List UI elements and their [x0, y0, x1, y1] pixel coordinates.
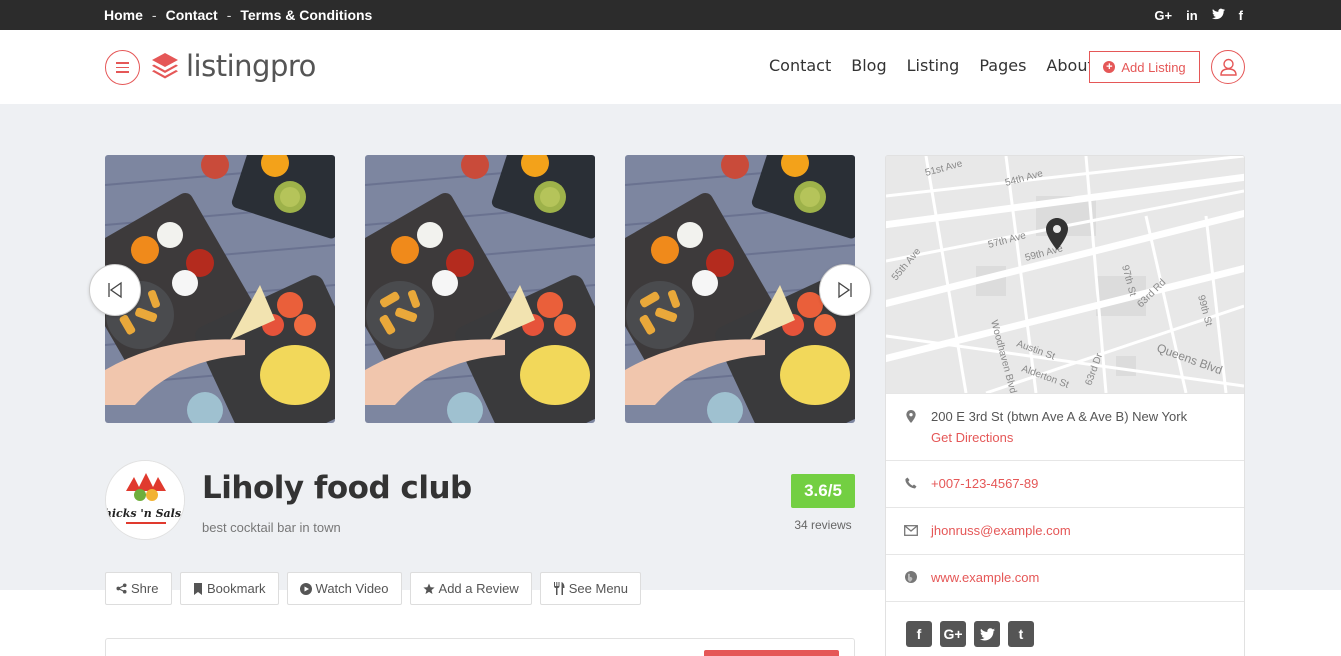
add-listing-label: Add Listing [1121, 59, 1186, 75]
user-icon [1220, 58, 1237, 76]
add-review-button[interactable]: Add a Review [409, 572, 532, 605]
play-circle-icon [299, 582, 312, 595]
listing-tagline: best cocktail bar in town [202, 520, 341, 535]
share-icon [116, 583, 127, 594]
watch-video-label: Watch Video [315, 581, 389, 596]
hamburger-menu-button[interactable] [105, 50, 140, 85]
top-social-links: G+ in f [1154, 0, 1243, 30]
layers-logo-icon [152, 53, 178, 79]
phone-link[interactable]: +007-123-4567-89 [931, 476, 1038, 491]
gallery-slide-2[interactable] [365, 155, 595, 423]
share-label: Shre [131, 581, 159, 596]
see-menu-label: See Menu [568, 581, 629, 596]
google-plus-square-icon[interactable]: G+ [940, 621, 966, 647]
share-button[interactable]: Shre [105, 572, 172, 605]
map-pin-icon[interactable] [1046, 218, 1068, 250]
twitter-icon[interactable] [1211, 8, 1225, 23]
address-row: 200 E 3rd St (btwn Ave A & Ave B) New Yo… [886, 393, 1244, 460]
skip-next-icon [838, 281, 852, 299]
envelope-icon [904, 524, 918, 538]
main-nav: Contact Blog Listing Pages About [769, 56, 1114, 75]
listing-title: Liholy food club [202, 470, 472, 506]
phone-icon [904, 477, 918, 491]
gallery-next-button[interactable] [819, 264, 871, 316]
nav-blog[interactable]: Blog [851, 56, 886, 75]
top-nav-separator: - [226, 7, 232, 23]
email-row: jhonruss@example.com [886, 507, 1244, 554]
bookmark-icon [194, 582, 202, 595]
content-box-accent-button[interactable] [704, 650, 839, 656]
top-link-home[interactable]: Home [104, 7, 143, 23]
nav-pages[interactable]: Pages [979, 56, 1026, 75]
listing-sidebar: 51st Ave 54th Ave 57th Ave 59th Ave 55th… [885, 155, 1245, 656]
facebook-icon[interactable]: f [1239, 8, 1243, 23]
email-link[interactable]: jhonruss@example.com [931, 523, 1071, 538]
add-review-label: Add a Review [438, 581, 519, 596]
nav-contact[interactable]: Contact [769, 56, 831, 75]
skip-previous-icon [108, 281, 122, 299]
facebook-square-icon[interactable]: f [906, 621, 932, 647]
listing-actions: Shre Bookmark Watch Video Add a Review S… [105, 572, 642, 605]
top-bar: Home - Contact - Terms & Conditions G+ i… [0, 0, 1341, 30]
get-directions-link[interactable]: Get Directions [931, 430, 1013, 445]
website-link[interactable]: www.example.com [931, 570, 1039, 585]
top-nav-separator: - [151, 7, 157, 23]
user-account-button[interactable] [1211, 50, 1245, 84]
website-row: www.example.com [886, 554, 1244, 601]
google-plus-icon[interactable]: G+ [1154, 8, 1172, 23]
bookmark-button[interactable]: Bookmark [180, 572, 279, 605]
svg-text:hicks 'n Salsa: hicks 'n Salsa [106, 507, 185, 520]
add-listing-button[interactable]: + Add Listing [1089, 51, 1200, 83]
watch-video-button[interactable]: Watch Video [286, 572, 402, 605]
map-marker-icon [904, 410, 918, 424]
rating-badge: 3.6/5 [791, 474, 855, 508]
globe-icon [904, 571, 918, 585]
bookmark-label: Bookmark [207, 581, 266, 596]
top-link-contact[interactable]: Contact [166, 7, 218, 23]
address-text: 200 E 3rd St (btwn Ave A & Ave B) New Yo… [931, 409, 1188, 424]
listing-brand-logo: hicks 'n Salsa [105, 460, 185, 540]
sidebar-social-links: f G+ t [906, 621, 1034, 647]
plus-icon: + [1103, 61, 1116, 73]
star-icon [422, 583, 435, 594]
cutlery-icon [553, 582, 565, 595]
logo-text: listingpro [186, 49, 316, 83]
twitter-square-icon[interactable] [974, 621, 1000, 647]
top-link-terms[interactable]: Terms & Conditions [240, 7, 372, 23]
linkedin-icon[interactable]: in [1186, 8, 1198, 23]
nav-about[interactable]: About [1046, 56, 1093, 75]
phone-row: +007-123-4567-89 [886, 460, 1244, 507]
tumblr-square-icon[interactable]: t [1008, 621, 1034, 647]
see-menu-button[interactable]: See Menu [539, 572, 642, 605]
location-map[interactable]: 51st Ave 54th Ave 57th Ave 59th Ave 55th… [886, 156, 1244, 395]
nav-listing[interactable]: Listing [907, 56, 960, 75]
review-count[interactable]: 34 reviews [791, 518, 855, 532]
gallery-prev-button[interactable] [89, 264, 141, 316]
top-nav: Home - Contact - Terms & Conditions [104, 0, 372, 30]
site-logo[interactable]: listingpro [150, 48, 316, 84]
